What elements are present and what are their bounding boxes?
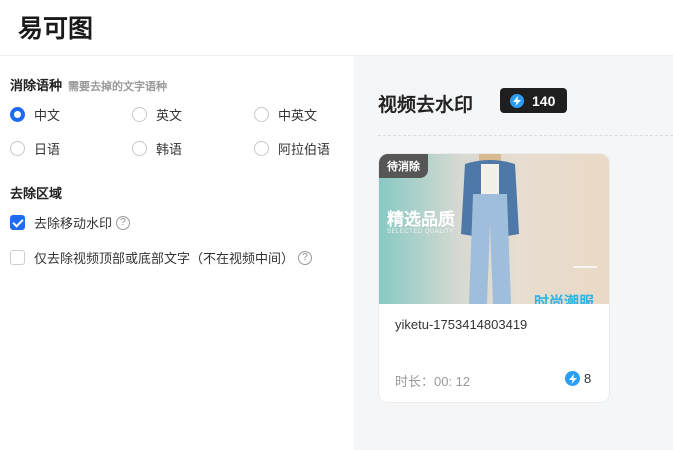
video-duration: 时长：00: 12 bbox=[395, 374, 471, 389]
radio-button[interactable] bbox=[254, 107, 269, 122]
radio-label: 阿拉伯语 bbox=[278, 142, 331, 157]
radio-language-arabic[interactable]: 阿拉伯语 bbox=[254, 139, 330, 158]
radio-button[interactable] bbox=[254, 141, 269, 156]
radio-button-selected[interactable] bbox=[10, 107, 25, 122]
checkbox-top-bottom-only[interactable]: 仅去除视频顶部或底部文字（不在视频中间） ? bbox=[10, 248, 313, 267]
radio-button[interactable] bbox=[132, 141, 147, 156]
lightning-icon bbox=[565, 371, 580, 386]
checkbox-label: 去除移动水印 bbox=[34, 216, 113, 231]
lightning-icon bbox=[510, 93, 524, 108]
radio-language-korean[interactable]: 韩语 bbox=[132, 139, 182, 158]
region-section-title: 去除区域 bbox=[10, 186, 63, 201]
radio-label: 英文 bbox=[156, 108, 183, 123]
settings-panel: 消除语种 需要去掉的文字语种 中文 英文 中英文 日语 韩语 阿拉伯语 去除区域 … bbox=[0, 56, 354, 450]
credit-balance-badge: 140 bbox=[500, 88, 568, 113]
app-logo[interactable]: 易可图 bbox=[18, 9, 93, 45]
watermark-text-main: 精选品质 bbox=[387, 210, 455, 229]
radio-label: 中英文 bbox=[278, 108, 318, 123]
checkbox-remove-moving-watermark[interactable]: 去除移动水印 ? bbox=[10, 213, 131, 232]
model-figure-image bbox=[461, 154, 519, 304]
radio-language-english[interactable]: 英文 bbox=[132, 105, 182, 124]
credit-cost-value: 8 bbox=[584, 371, 592, 386]
panel-title: 视频去水印 bbox=[378, 95, 474, 116]
arrow-watermark-icon bbox=[573, 266, 597, 278]
video-thumbnail[interactable]: 待消除 精选品质 SELECTED QUALITY 时尚潮服 bbox=[379, 154, 609, 304]
credit-cost: 8 bbox=[565, 371, 591, 386]
radio-language-japanese[interactable]: 日语 bbox=[10, 139, 60, 158]
radio-button[interactable] bbox=[10, 141, 25, 156]
radio-language-chinese[interactable]: 中文 bbox=[10, 105, 60, 124]
language-section-hint: 需要去掉的文字语种 bbox=[68, 81, 168, 93]
radio-label: 韩语 bbox=[156, 142, 183, 157]
status-tag: 待消除 bbox=[379, 154, 428, 178]
credit-balance-value: 140 bbox=[532, 92, 556, 109]
radio-label: 中文 bbox=[34, 108, 61, 123]
help-icon[interactable]: ? bbox=[116, 215, 131, 230]
checkbox-label: 仅去除视频顶部或底部文字（不在视频中间） bbox=[34, 251, 295, 266]
video-filename: yiketu-1753414803419 bbox=[395, 317, 528, 332]
checkbox-checked[interactable] bbox=[10, 215, 25, 230]
checkbox[interactable] bbox=[10, 250, 25, 265]
top-bar: 易可图 bbox=[0, 0, 673, 56]
radio-label: 日语 bbox=[34, 142, 61, 157]
watermark-text-bottom: 时尚潮服 bbox=[534, 294, 595, 304]
dashed-divider bbox=[378, 135, 673, 136]
video-card[interactable]: 待消除 精选品质 SELECTED QUALITY 时尚潮服 yiketu-17… bbox=[378, 153, 610, 403]
language-section-title: 消除语种 需要去掉的文字语种 bbox=[10, 75, 167, 94]
results-panel: 视频去水印 140 待消除 精选品质 SELECTED QUALITY 时尚潮服… bbox=[354, 56, 673, 450]
help-icon[interactable]: ? bbox=[298, 250, 313, 265]
radio-language-chinese-english[interactable]: 中英文 bbox=[254, 105, 317, 124]
radio-button[interactable] bbox=[132, 107, 147, 122]
language-section-label: 消除语种 bbox=[10, 78, 63, 93]
watermark-text-sub: SELECTED QUALITY bbox=[387, 229, 455, 235]
